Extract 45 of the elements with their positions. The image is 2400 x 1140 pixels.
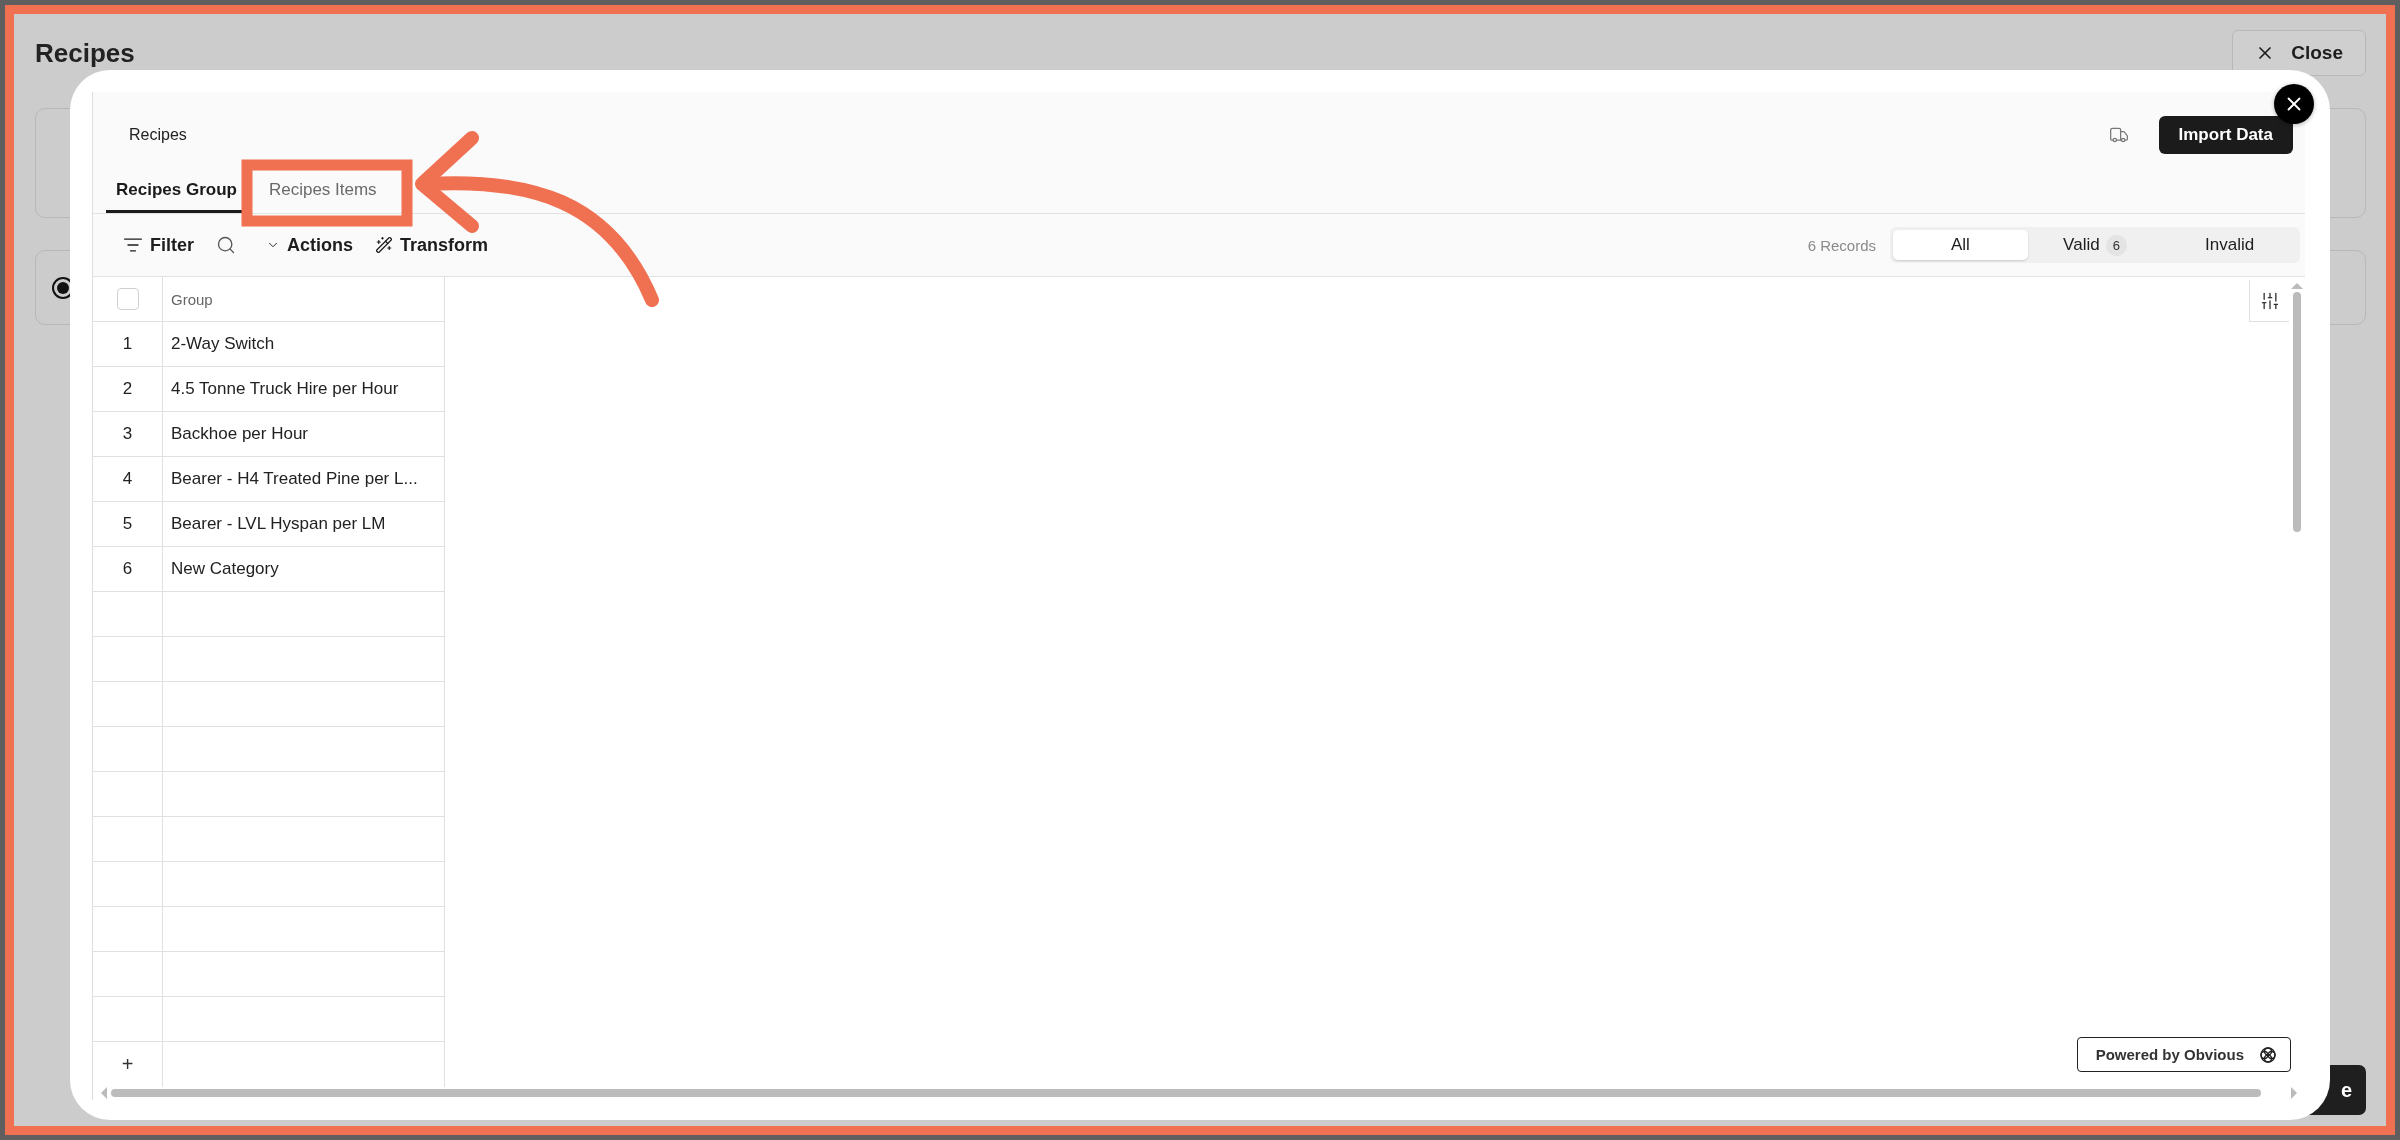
tab[interactable]: Recipes Items bbox=[258, 170, 387, 213]
column-settings-button[interactable] bbox=[2249, 280, 2289, 322]
empty-cell[interactable] bbox=[163, 637, 445, 682]
record-count: 6 Records bbox=[1807, 236, 1876, 254]
column-header: Group bbox=[163, 277, 445, 322]
actions-button[interactable]: Actions bbox=[266, 234, 354, 256]
table-cell[interactable]: New Category bbox=[163, 547, 445, 592]
row-number: 6 bbox=[93, 547, 163, 592]
empty-cell[interactable] bbox=[163, 997, 445, 1042]
count-badge: 6 bbox=[2105, 234, 2127, 256]
row-number: 2 bbox=[93, 367, 163, 412]
page-title: Recipes bbox=[35, 37, 135, 69]
logo-icon bbox=[2260, 1046, 2276, 1063]
segment-button[interactable]: Valid 6 bbox=[2027, 230, 2163, 260]
row-number: 5 bbox=[93, 502, 163, 547]
empty-cell[interactable] bbox=[163, 952, 445, 997]
dialog-title: Recipes bbox=[129, 126, 187, 144]
table-cell[interactable]: Bearer - LVL Hyspan per LM bbox=[163, 502, 445, 547]
empty-cell[interactable] bbox=[163, 862, 445, 907]
close-button[interactable]: Close bbox=[2232, 30, 2366, 76]
import-button[interactable]: Import Data bbox=[2158, 116, 2293, 154]
table-cell[interactable]: Backhoe per Hour bbox=[163, 412, 445, 457]
row-number: 1 bbox=[93, 322, 163, 367]
segment-button[interactable]: Invalid bbox=[2162, 230, 2297, 260]
search-icon[interactable] bbox=[216, 235, 236, 255]
row-number: 3 bbox=[93, 412, 163, 457]
empty-cell[interactable] bbox=[163, 817, 445, 862]
transform-button[interactable]: Transform bbox=[375, 234, 489, 256]
segment-button[interactable]: All bbox=[1893, 230, 2028, 260]
magic-wand-icon bbox=[375, 236, 394, 254]
table-cell[interactable]: 4.5 Tonne Truck Hire per Hour bbox=[163, 367, 445, 412]
empty-cell[interactable] bbox=[163, 682, 445, 727]
empty-cell[interactable] bbox=[163, 727, 445, 772]
empty-cell[interactable] bbox=[163, 592, 445, 637]
filter-button[interactable]: Filter bbox=[123, 234, 194, 256]
row-number: 4 bbox=[93, 457, 163, 502]
table-cell[interactable]: 2-Way Switch bbox=[163, 322, 445, 367]
powered-by-button[interactable]: Powered by Obvious bbox=[2076, 1037, 2291, 1072]
sliders-icon bbox=[2259, 290, 2280, 311]
select-all-checkbox[interactable] bbox=[116, 288, 139, 310]
table-cell[interactable]: Bearer - H4 Treated Pine per L... bbox=[163, 457, 445, 502]
close-button[interactable] bbox=[2274, 84, 2314, 124]
empty-cell[interactable] bbox=[163, 772, 445, 817]
truck-icon[interactable] bbox=[2108, 125, 2129, 145]
empty-cell[interactable] bbox=[163, 907, 445, 952]
